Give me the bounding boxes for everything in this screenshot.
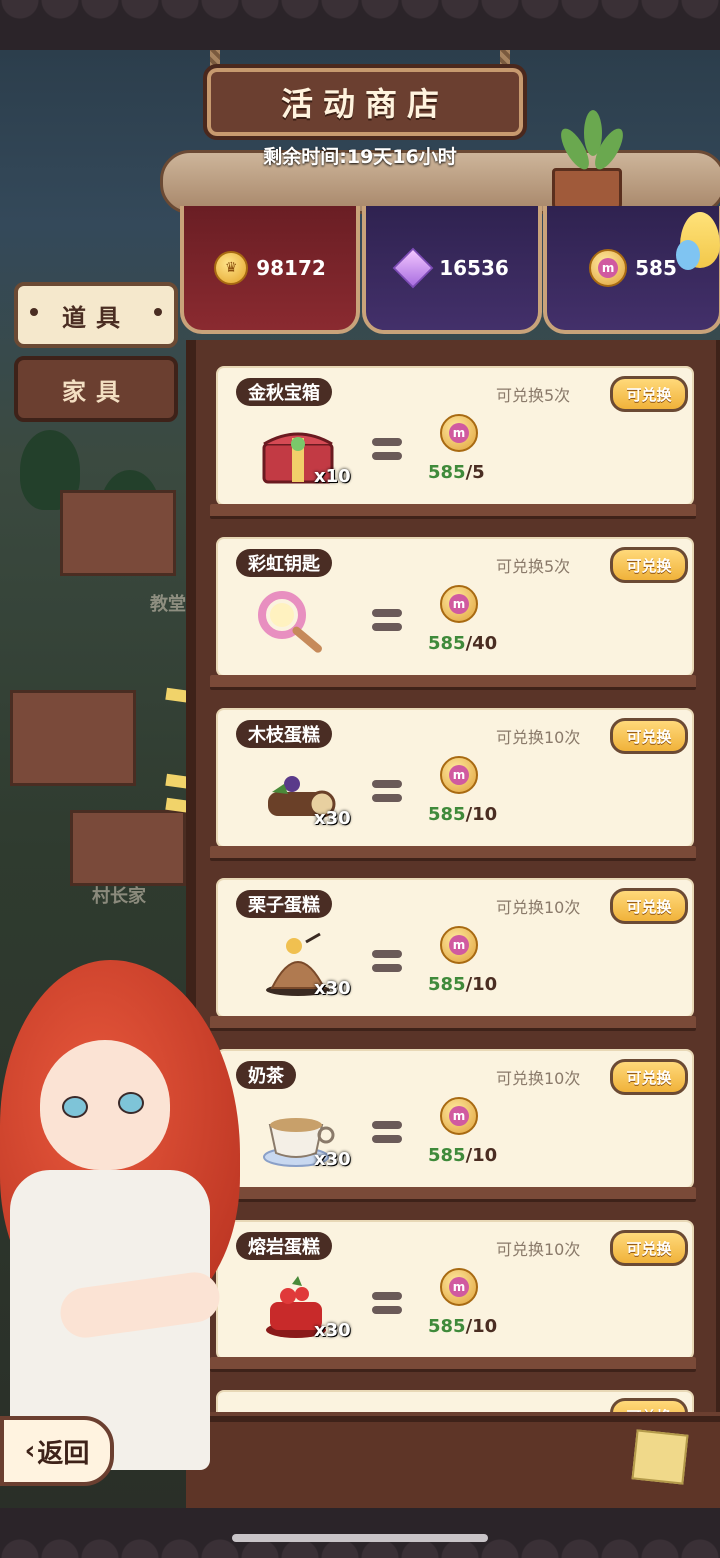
map-label-church: 教堂 <box>150 594 186 615</box>
blue-droplet-icon <box>676 240 700 270</box>
purple-gem-icon <box>392 247 434 289</box>
tab-props-label: 道具 <box>62 303 130 332</box>
item-name: 熔岩蛋糕 <box>236 1232 332 1260</box>
item-quantity: x30 <box>314 1149 351 1170</box>
equals-icon <box>372 1121 402 1145</box>
owned-amount: 585 <box>428 1316 466 1337</box>
cost-amount: /10 <box>465 974 498 995</box>
exchange-button[interactable]: 可兑换 <box>610 718 688 754</box>
map-label-chief: 村长家 <box>92 886 146 907</box>
shelf-board <box>210 675 696 690</box>
tab-rivet <box>154 308 162 316</box>
event-coin-icon: m <box>440 756 478 794</box>
chevron-left-icon: ‹ <box>24 1436 36 1466</box>
owned-amount: 585 <box>428 633 466 654</box>
house <box>60 490 176 576</box>
item-name: 木枝蛋糕 <box>236 720 332 748</box>
exchange-button[interactable]: 可兑换 <box>610 1059 688 1095</box>
currency-value: 98172 <box>256 256 326 280</box>
tab-furniture[interactable]: 家具 <box>14 356 178 422</box>
exchange-button[interactable]: 可兑换 <box>610 547 688 583</box>
currency-gold: ♛ 98172 <box>180 206 360 334</box>
event-coin-icon: m <box>440 1268 478 1306</box>
price: 585/10 <box>428 1145 497 1166</box>
shelf-board <box>210 846 696 861</box>
shelf-board <box>210 1357 696 1372</box>
house <box>70 810 186 886</box>
event-coin-icon: m <box>589 249 628 287</box>
item-name: 奶茶 <box>236 1061 296 1089</box>
shop-title-sign: 活动商店 <box>203 64 527 140</box>
sticky-note-icon[interactable] <box>631 1429 689 1485</box>
item-quantity: x10 <box>314 466 351 487</box>
owned-amount: 585 <box>428 1145 466 1166</box>
remaining-time: 剩余时间:19天16小时 <box>263 146 457 168</box>
back-label: 返回 <box>37 1438 90 1469</box>
house <box>10 690 136 786</box>
exchange-button[interactable]: 可兑换 <box>610 1230 688 1266</box>
shelf-board <box>210 504 696 519</box>
shelf-board <box>210 1187 696 1202</box>
owned-amount: 585 <box>428 462 466 483</box>
exchange-limit: 可兑换10次 <box>496 1069 581 1088</box>
rainbow-key-icon <box>258 591 322 653</box>
exchange-limit: 可兑换10次 <box>496 898 581 917</box>
top-decor-band <box>0 0 720 50</box>
bottom-decor-band <box>0 1508 720 1558</box>
owned-amount: 585 <box>428 974 466 995</box>
tab-rivet <box>30 308 38 316</box>
event-coin-icon: m <box>440 585 478 623</box>
event-coin-icon: m <box>440 414 478 452</box>
price: 585/40 <box>428 633 497 654</box>
cost-amount: /5 <box>465 462 485 483</box>
exchange-limit: 可兑换5次 <box>496 557 571 576</box>
cost-amount: /40 <box>465 633 498 654</box>
price: 585/10 <box>428 974 497 995</box>
equals-icon <box>372 950 402 974</box>
item-name: 彩虹钥匙 <box>236 549 332 577</box>
character-eye <box>62 1096 88 1118</box>
equals-icon <box>372 780 402 804</box>
character-eye <box>118 1092 144 1114</box>
gold-coin-icon: ♛ <box>214 251 249 285</box>
character-face <box>40 1040 170 1170</box>
item-quantity: x30 <box>314 808 351 829</box>
event-coin-icon: m <box>440 1097 478 1135</box>
shop-item-card: 彩虹钥匙 可兑换5次 可兑换 m 585/40 <box>216 537 694 677</box>
price: 585/5 <box>428 462 485 483</box>
price: 585/10 <box>428 1316 497 1337</box>
item-quantity: x30 <box>314 978 351 999</box>
item-name: 金秋宝箱 <box>236 378 332 406</box>
item-name: 栗子蛋糕 <box>236 890 332 918</box>
item-quantity: x30 <box>314 1320 351 1341</box>
exchange-limit: 可兑换10次 <box>496 728 581 747</box>
equals-icon <box>372 438 402 462</box>
shop-title: 活动商店 <box>280 85 449 123</box>
cost-amount: /10 <box>465 804 498 825</box>
equals-icon <box>372 1292 402 1316</box>
owned-amount: 585 <box>428 804 466 825</box>
home-indicator[interactable] <box>232 1534 488 1542</box>
exchange-limit: 可兑换5次 <box>496 386 571 405</box>
currency-value: 585 <box>635 256 677 280</box>
tab-furniture-label: 家具 <box>62 377 130 406</box>
currency-gem: 16536 <box>362 206 542 334</box>
cost-amount: /10 <box>465 1316 498 1337</box>
exchange-button[interactable]: 可兑换 <box>610 376 688 412</box>
currency-value: 16536 <box>439 256 509 280</box>
equals-icon <box>372 609 402 633</box>
exchange-button[interactable]: 可兑换 <box>610 888 688 924</box>
exchange-limit: 可兑换10次 <box>496 1240 581 1259</box>
shop-item-card: 栗子蛋糕 可兑换10次 可兑换 x30 m 585/10 <box>216 878 694 1018</box>
shop-item-card: 木枝蛋糕 可兑换10次 可兑换 x30 m 585/10 <box>216 708 694 848</box>
back-button[interactable]: ‹ 返回 <box>0 1416 114 1486</box>
shelf-board <box>210 1016 696 1031</box>
event-coin-icon: m <box>440 926 478 964</box>
price: 585/10 <box>428 804 497 825</box>
tab-props[interactable]: 道具 <box>14 282 178 348</box>
shop-item-card: 熔岩蛋糕 可兑换10次 可兑换 x30 m 585/10 <box>216 1220 694 1360</box>
shop-item-card: 奶茶 可兑换10次 可兑换 x30 m 585/10 <box>216 1049 694 1189</box>
cost-amount: /10 <box>465 1145 498 1166</box>
shop-item-card: 金秋宝箱 可兑换5次 可兑换 x10 m 585/5 <box>216 366 694 506</box>
